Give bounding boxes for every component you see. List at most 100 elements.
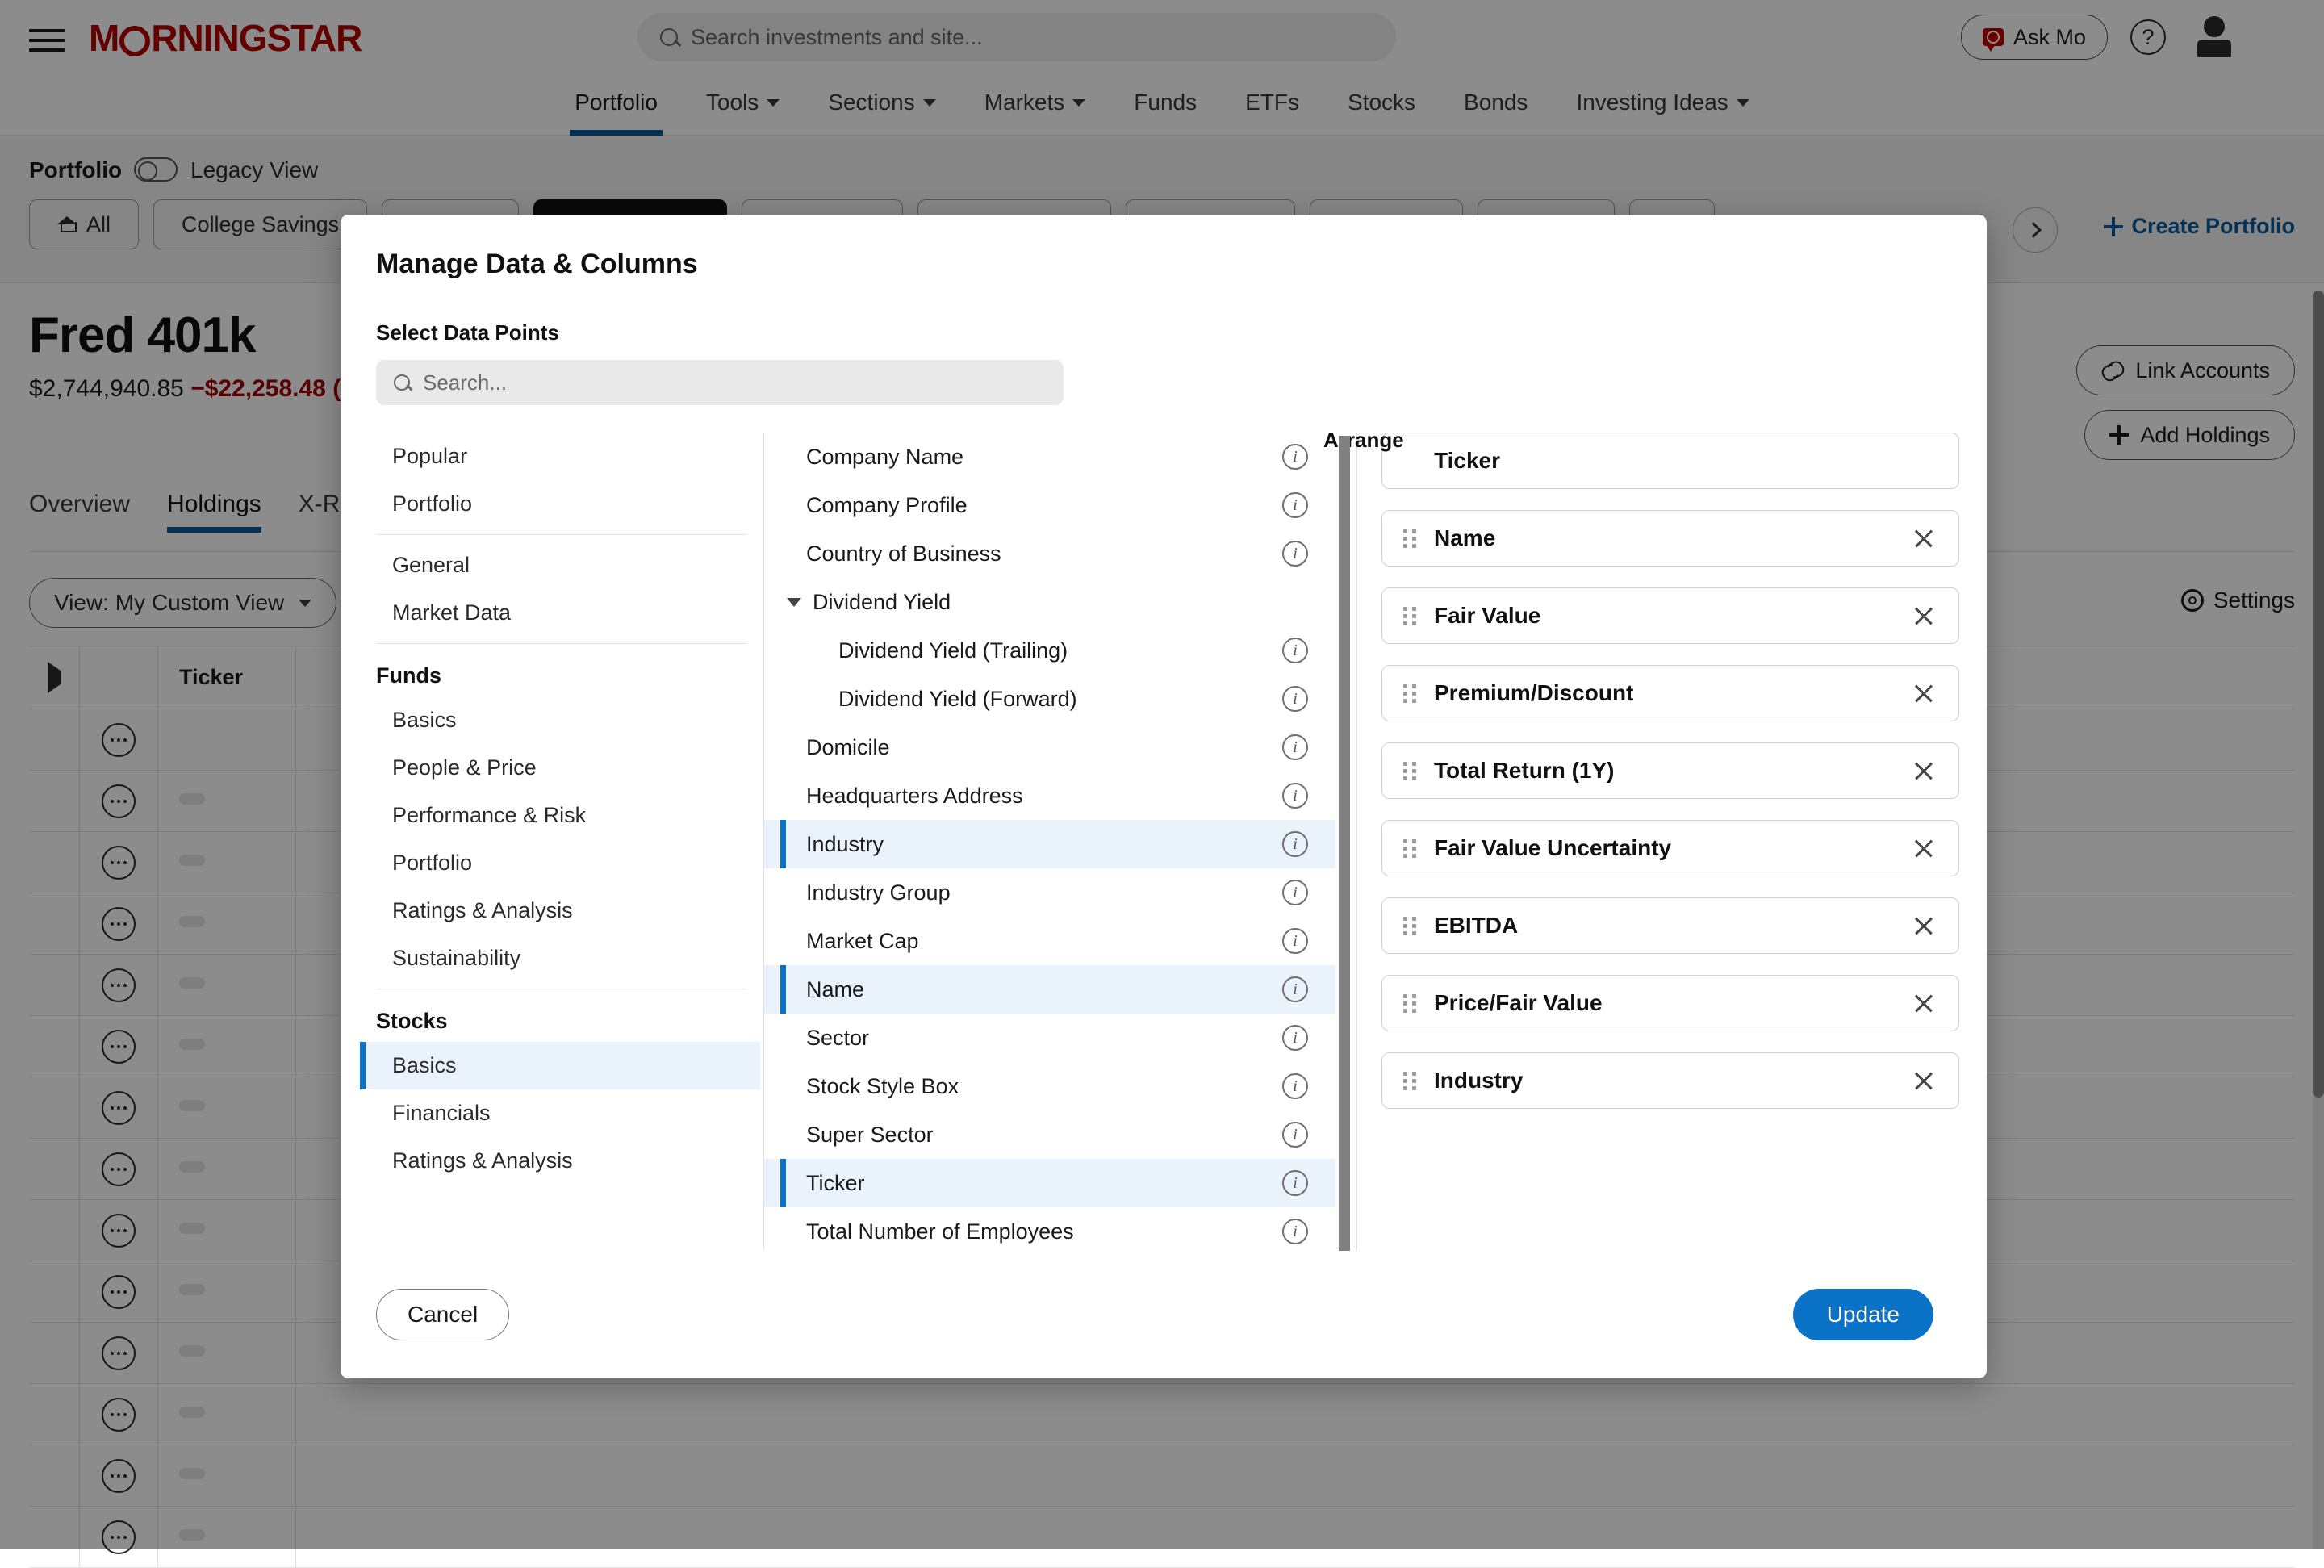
category-item-ratings-analysis[interactable]: Ratings & Analysis xyxy=(360,887,760,935)
data-point-label: Company Profile xyxy=(806,493,968,518)
data-point-item-name[interactable]: Namei xyxy=(764,965,1335,1014)
category-item-performance-risk[interactable]: Performance & Risk xyxy=(360,792,760,839)
data-point-list: Company NameiCompany ProfileiCountry of … xyxy=(764,433,1356,1251)
data-point-item-stock-style-box[interactable]: Stock Style Box i xyxy=(764,1062,1335,1110)
data-point-item-dividend-yield[interactable]: Dividend Yield xyxy=(764,578,1335,626)
modal-body: Select Data Points Arrange Search... Pop… xyxy=(341,280,1987,1251)
arranged-column-label: EBITDA xyxy=(1434,913,1910,939)
drag-handle-icon[interactable] xyxy=(1403,838,1416,859)
arranged-column-name[interactable]: Name xyxy=(1381,510,1959,567)
data-point-item-industry-group[interactable]: Industry Group i xyxy=(764,868,1335,917)
category-item-financials[interactable]: Financials xyxy=(360,1089,760,1137)
info-icon[interactable]: i xyxy=(1282,1073,1308,1099)
info-icon[interactable]: i xyxy=(1282,1170,1308,1196)
data-point-text: Dividend Yield xyxy=(813,590,951,615)
data-point-search-input[interactable]: Search... xyxy=(376,360,1064,405)
data-point-label: Headquarters Address xyxy=(806,784,1023,809)
arranged-column-fair-value-uncertainty[interactable]: Fair Value Uncertainty xyxy=(1381,820,1959,876)
category-item-basics[interactable]: Basics xyxy=(360,1042,760,1089)
data-point-label: Domicile xyxy=(806,735,890,760)
info-icon[interactable]: i xyxy=(1282,541,1308,567)
info-icon[interactable]: i xyxy=(1282,1025,1308,1051)
arranged-column-label: Industry xyxy=(1434,1068,1910,1093)
triangle-down-icon[interactable] xyxy=(787,598,801,607)
category-item-market-data[interactable]: Market Data xyxy=(360,589,760,637)
data-point-item-ticker[interactable]: Ticker i xyxy=(764,1159,1335,1207)
data-point-label: Country of Business xyxy=(806,541,1001,567)
data-point-item-total-number-of-employees[interactable]: Total Number of Employeesi xyxy=(764,1207,1335,1251)
arranged-column-industry[interactable]: Industry xyxy=(1381,1052,1959,1109)
data-point-label: Dividend Yield (Trailing) xyxy=(838,638,1068,663)
close-icon[interactable] xyxy=(1910,679,1937,707)
data-point-item-dividend-yield-forward[interactable]: Dividend Yield (Forward) i xyxy=(764,675,1335,723)
data-point-label: Super Sector xyxy=(806,1123,934,1148)
close-icon[interactable] xyxy=(1910,989,1937,1017)
cancel-button[interactable]: Cancel xyxy=(376,1289,509,1340)
arranged-column-ebitda[interactable]: EBITDA xyxy=(1381,897,1959,954)
close-icon[interactable] xyxy=(1910,912,1937,939)
data-point-item-headquarters-address[interactable]: Headquarters Address i xyxy=(764,771,1335,820)
info-icon[interactable]: i xyxy=(1282,783,1308,809)
drag-handle-icon[interactable] xyxy=(1403,1070,1416,1091)
category-item-general[interactable]: General xyxy=(360,541,760,589)
data-point-scrollbar-thumb[interactable] xyxy=(1339,436,1350,1251)
arranged-column-ticker[interactable]: Ticker xyxy=(1381,433,1959,489)
data-point-scroll: Company NameiCompany ProfileiCountry of … xyxy=(764,433,1335,1251)
close-icon[interactable] xyxy=(1910,834,1937,862)
category-item-portfolio[interactable]: Portfolio xyxy=(360,839,760,887)
arranged-column-total-return-1y[interactable]: Total Return (1Y) xyxy=(1381,742,1959,799)
data-point-item-domicile[interactable]: Domicile i xyxy=(764,723,1335,771)
category-item-ratings-analysis[interactable]: Ratings & Analysis xyxy=(360,1137,760,1185)
data-point-label: Stock Style Box xyxy=(806,1074,959,1099)
data-point-item-market-cap[interactable]: Market Capi xyxy=(764,917,1335,965)
data-point-item-sector[interactable]: Sectori xyxy=(764,1014,1335,1062)
data-point-label: Industry xyxy=(806,832,884,857)
category-item-portfolio[interactable]: Portfolio xyxy=(360,480,760,528)
update-button[interactable]: Update xyxy=(1793,1289,1933,1340)
search-icon xyxy=(394,374,410,391)
drag-handle-icon[interactable] xyxy=(1403,915,1416,936)
info-icon[interactable]: i xyxy=(1282,928,1308,954)
drag-handle-icon[interactable] xyxy=(1403,993,1416,1014)
info-icon[interactable]: i xyxy=(1282,686,1308,712)
drag-handle-icon[interactable] xyxy=(1403,683,1416,704)
close-icon[interactable] xyxy=(1910,602,1937,629)
data-point-item-company-profile[interactable]: Company Profile i xyxy=(764,481,1335,529)
data-point-label: Dividend Yield xyxy=(787,590,951,615)
arranged-column-price-fair-value[interactable]: Price/Fair Value xyxy=(1381,975,1959,1031)
info-icon[interactable]: i xyxy=(1282,638,1308,663)
data-point-label: Dividend Yield (Forward) xyxy=(838,687,1077,712)
info-icon[interactable]: i xyxy=(1282,831,1308,857)
category-item-popular[interactable]: Popular xyxy=(360,433,760,480)
data-point-item-industry[interactable]: Industry i xyxy=(764,820,1335,868)
close-icon[interactable] xyxy=(1910,757,1937,784)
category-group-heading: Funds xyxy=(360,650,763,696)
info-icon[interactable]: i xyxy=(1282,976,1308,1002)
info-icon[interactable]: i xyxy=(1282,1122,1308,1148)
drag-handle-icon[interactable] xyxy=(1403,605,1416,626)
arranged-column-fair-value[interactable]: Fair Value xyxy=(1381,587,1959,644)
info-icon[interactable]: i xyxy=(1282,880,1308,905)
drag-handle-icon[interactable] xyxy=(1403,760,1416,781)
info-icon[interactable]: i xyxy=(1282,734,1308,760)
close-icon[interactable] xyxy=(1910,1067,1937,1094)
drag-handle-icon[interactable] xyxy=(1403,528,1416,549)
arranged-column-label: Total Return (1Y) xyxy=(1434,758,1910,784)
category-item-people-price[interactable]: People & Price xyxy=(360,744,760,792)
close-icon[interactable] xyxy=(1910,525,1937,552)
data-point-item-company-name[interactable]: Company Namei xyxy=(764,433,1335,481)
data-point-item-dividend-yield-trailing[interactable]: Dividend Yield (Trailing) i xyxy=(764,626,1335,675)
info-icon[interactable]: i xyxy=(1282,444,1308,470)
data-point-label: Ticker xyxy=(806,1171,865,1196)
arranged-column-premium-discount[interactable]: Premium/Discount xyxy=(1381,665,1959,721)
data-point-item-country-of-business[interactable]: Country of Business i xyxy=(764,529,1335,578)
data-point-label: Industry Group xyxy=(806,880,951,905)
info-icon[interactable]: i xyxy=(1282,1219,1308,1244)
category-item-basics[interactable]: Basics xyxy=(360,696,760,744)
modal-panes: PopularPortfolioGeneralMarket DataFundsB… xyxy=(360,433,1967,1251)
data-point-item-super-sector[interactable]: Super Sector i xyxy=(764,1110,1335,1159)
data-point-search-placeholder: Search... xyxy=(423,370,507,395)
category-item-sustainability[interactable]: Sustainability xyxy=(360,935,760,982)
info-icon[interactable]: i xyxy=(1282,492,1308,518)
manage-data-columns-modal: Manage Data & Columns Select Data Points… xyxy=(341,215,1987,1378)
